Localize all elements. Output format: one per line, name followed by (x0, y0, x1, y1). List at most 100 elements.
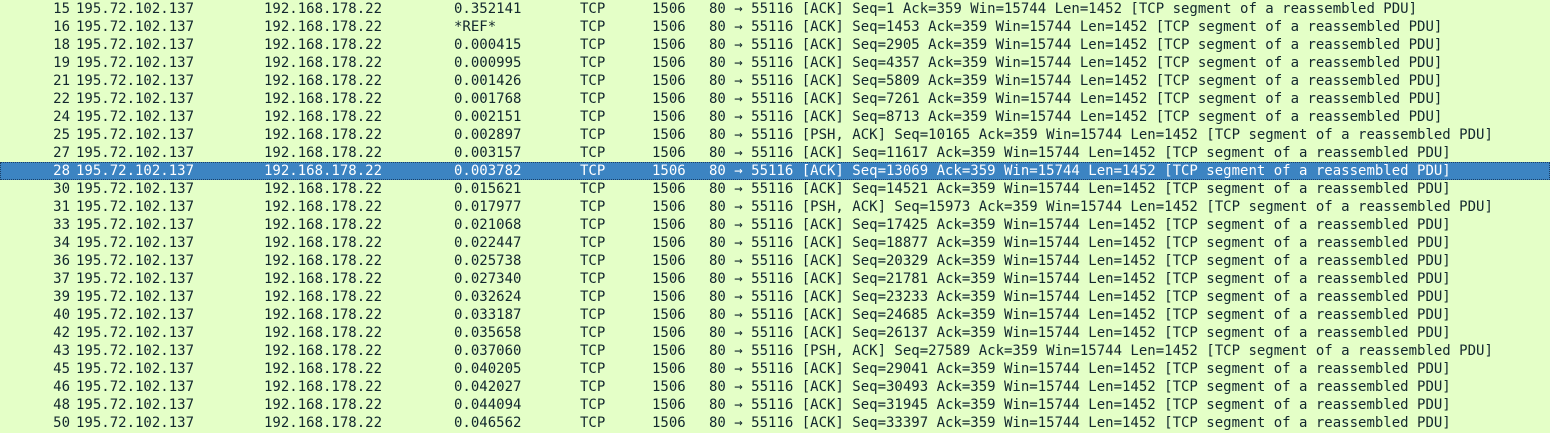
packet-info: 80 → 55116 [ACK] Seq=11617 Ack=359 Win=1… (709, 145, 1451, 161)
packet-length: 1506 (652, 55, 686, 71)
packet-protocol: TCP (580, 109, 606, 125)
packet-source: 195.72.102.137 (76, 199, 195, 215)
packet-protocol: TCP (580, 91, 606, 107)
packet-row[interactable]: 50 195.72.102.137 192.168.178.22 0.046562 TC… (0, 414, 1550, 432)
packet-info: 80 → 55116 [ACK] Seq=26137 Ack=359 Win=1… (709, 325, 1451, 341)
packet-source: 195.72.102.137 (76, 253, 195, 269)
packet-destination: 192.168.178.22 (264, 343, 383, 359)
packet-destination: 192.168.178.22 (264, 109, 383, 125)
packet-source: 195.72.102.137 (76, 325, 195, 341)
packet-time: 0.042027 (454, 379, 522, 395)
packet-row[interactable]: 30 195.72.102.137 192.168.178.22 0.015621 TC… (0, 180, 1550, 198)
packet-length: 1506 (652, 37, 686, 53)
packet-protocol: TCP (580, 1, 606, 17)
packet-number: 37 (53, 271, 70, 287)
packet-row[interactable]: 22 195.72.102.137 192.168.178.22 0.001768 TC… (0, 90, 1550, 108)
packet-destination: 192.168.178.22 (264, 55, 383, 71)
packet-row[interactable]: 31 195.72.102.137 192.168.178.22 0.017977 TC… (0, 198, 1550, 216)
packet-info: 80 → 55116 [ACK] Seq=30493 Ack=359 Win=1… (709, 379, 1451, 395)
packet-info: 80 → 55116 [ACK] Seq=5809 Ack=359 Win=15… (709, 73, 1443, 89)
packet-length: 1506 (652, 181, 686, 197)
packet-row[interactable]: 25 195.72.102.137 192.168.178.22 0.002897 TC… (0, 126, 1550, 144)
packet-row[interactable]: 19 195.72.102.137 192.168.178.22 0.000995 TC… (0, 54, 1550, 72)
packet-source: 195.72.102.137 (76, 73, 195, 89)
packet-row[interactable]: 16 195.72.102.137 192.168.178.22 *REF* TCP 15… (0, 18, 1550, 36)
packet-destination: 192.168.178.22 (264, 145, 383, 161)
packet-number: 19 (53, 55, 70, 71)
packet-time: 0.035658 (454, 325, 522, 341)
packet-protocol: TCP (580, 181, 606, 197)
packet-info: 80 → 55116 [ACK] Seq=7261 Ack=359 Win=15… (709, 91, 1443, 107)
packet-row[interactable]: 24 195.72.102.137 192.168.178.22 0.002151 TC… (0, 108, 1550, 126)
packet-time: 0.015621 (454, 181, 522, 197)
packet-row[interactable]: 46 195.72.102.137 192.168.178.22 0.042027 TC… (0, 378, 1550, 396)
packet-length: 1506 (652, 307, 686, 323)
packet-destination: 192.168.178.22 (264, 379, 383, 395)
packet-length: 1506 (652, 217, 686, 233)
packet-info: 80 → 55116 [ACK] Seq=18877 Ack=359 Win=1… (709, 235, 1451, 251)
packet-time: 0.017977 (454, 199, 522, 215)
packet-row[interactable]: 27 195.72.102.137 192.168.178.22 0.003157 TC… (0, 144, 1550, 162)
packet-info: 80 → 55116 [ACK] Seq=4357 Ack=359 Win=15… (709, 55, 1443, 71)
packet-row[interactable]: 48 195.72.102.137 192.168.178.22 0.044094 TC… (0, 396, 1550, 414)
packet-row[interactable]: 36 195.72.102.137 192.168.178.22 0.025738 TC… (0, 252, 1550, 270)
packet-number: 33 (53, 217, 70, 233)
packet-number: 24 (53, 109, 70, 125)
packet-number: 46 (53, 379, 70, 395)
packet-time: 0.032624 (454, 289, 522, 305)
packet-source: 195.72.102.137 (76, 127, 195, 143)
packet-row[interactable]: 21 195.72.102.137 192.168.178.22 0.001426 TC… (0, 72, 1550, 90)
packet-destination: 192.168.178.22 (264, 1, 383, 17)
packet-source: 195.72.102.137 (76, 307, 195, 323)
packet-source: 195.72.102.137 (76, 379, 195, 395)
packet-row[interactable]: 39 195.72.102.137 192.168.178.22 0.032624 TC… (0, 288, 1550, 306)
packet-length: 1506 (652, 199, 686, 215)
packet-source: 195.72.102.137 (76, 235, 195, 251)
packet-protocol: TCP (580, 379, 606, 395)
packet-destination: 192.168.178.22 (264, 271, 383, 287)
packet-length: 1506 (652, 415, 686, 431)
packet-row[interactable]: 37 195.72.102.137 192.168.178.22 0.027340 TC… (0, 270, 1550, 288)
packet-info: 80 → 55116 [ACK] Seq=23233 Ack=359 Win=1… (709, 289, 1451, 305)
packet-source: 195.72.102.137 (76, 145, 195, 161)
packet-number: 48 (53, 397, 70, 413)
packet-length: 1506 (652, 127, 686, 143)
packet-number: 36 (53, 253, 70, 269)
packet-destination: 192.168.178.22 (264, 307, 383, 323)
packet-length: 1506 (652, 289, 686, 305)
packet-source: 195.72.102.137 (76, 163, 195, 179)
packet-destination: 192.168.178.22 (264, 199, 383, 215)
packet-destination: 192.168.178.22 (264, 361, 383, 377)
packet-row[interactable]: 15 195.72.102.137 192.168.178.22 0.352141 TC… (0, 0, 1550, 18)
packet-info: 80 → 55116 [ACK] Seq=33397 Ack=359 Win=1… (709, 415, 1451, 431)
packet-length: 1506 (652, 379, 686, 395)
packet-number: 45 (53, 361, 70, 377)
packet-protocol: TCP (580, 307, 606, 323)
packet-row[interactable]: 43 195.72.102.137 192.168.178.22 0.037060 TC… (0, 342, 1550, 360)
packet-row[interactable]: 33 195.72.102.137 192.168.178.22 0.021068 TC… (0, 216, 1550, 234)
packet-length: 1506 (652, 325, 686, 341)
packet-row[interactable]: 45 195.72.102.137 192.168.178.22 0.040205 TC… (0, 360, 1550, 378)
packet-row[interactable]: 34 195.72.102.137 192.168.178.22 0.022447 TC… (0, 234, 1550, 252)
packet-destination: 192.168.178.22 (264, 325, 383, 341)
packet-number: 22 (53, 91, 70, 107)
packet-time: 0.033187 (454, 307, 522, 323)
packet-time: 0.003782 (454, 163, 522, 179)
packet-destination: 192.168.178.22 (264, 235, 383, 251)
packet-source: 195.72.102.137 (76, 217, 195, 233)
packet-protocol: TCP (580, 289, 606, 305)
packet-protocol: TCP (580, 55, 606, 71)
packet-number: 34 (53, 235, 70, 251)
packet-length: 1506 (652, 271, 686, 287)
packet-row[interactable]: 42 195.72.102.137 192.168.178.22 0.035658 TC… (0, 324, 1550, 342)
packet-row[interactable]: 40 195.72.102.137 192.168.178.22 0.033187 TC… (0, 306, 1550, 324)
packet-row[interactable]: 28 195.72.102.137 192.168.178.22 0.003782 TC… (0, 162, 1550, 180)
packet-number: 16 (53, 19, 70, 35)
packet-info: 80 → 55116 [ACK] Seq=1453 Ack=359 Win=15… (709, 19, 1443, 35)
packet-list[interactable]: 15 195.72.102.137 192.168.178.22 0.352141 TC… (0, 0, 1550, 433)
packet-length: 1506 (652, 163, 686, 179)
packet-destination: 192.168.178.22 (264, 127, 383, 143)
packet-row[interactable]: 18 195.72.102.137 192.168.178.22 0.000415 TC… (0, 36, 1550, 54)
packet-time: 0.025738 (454, 253, 522, 269)
packet-source: 195.72.102.137 (76, 55, 195, 71)
